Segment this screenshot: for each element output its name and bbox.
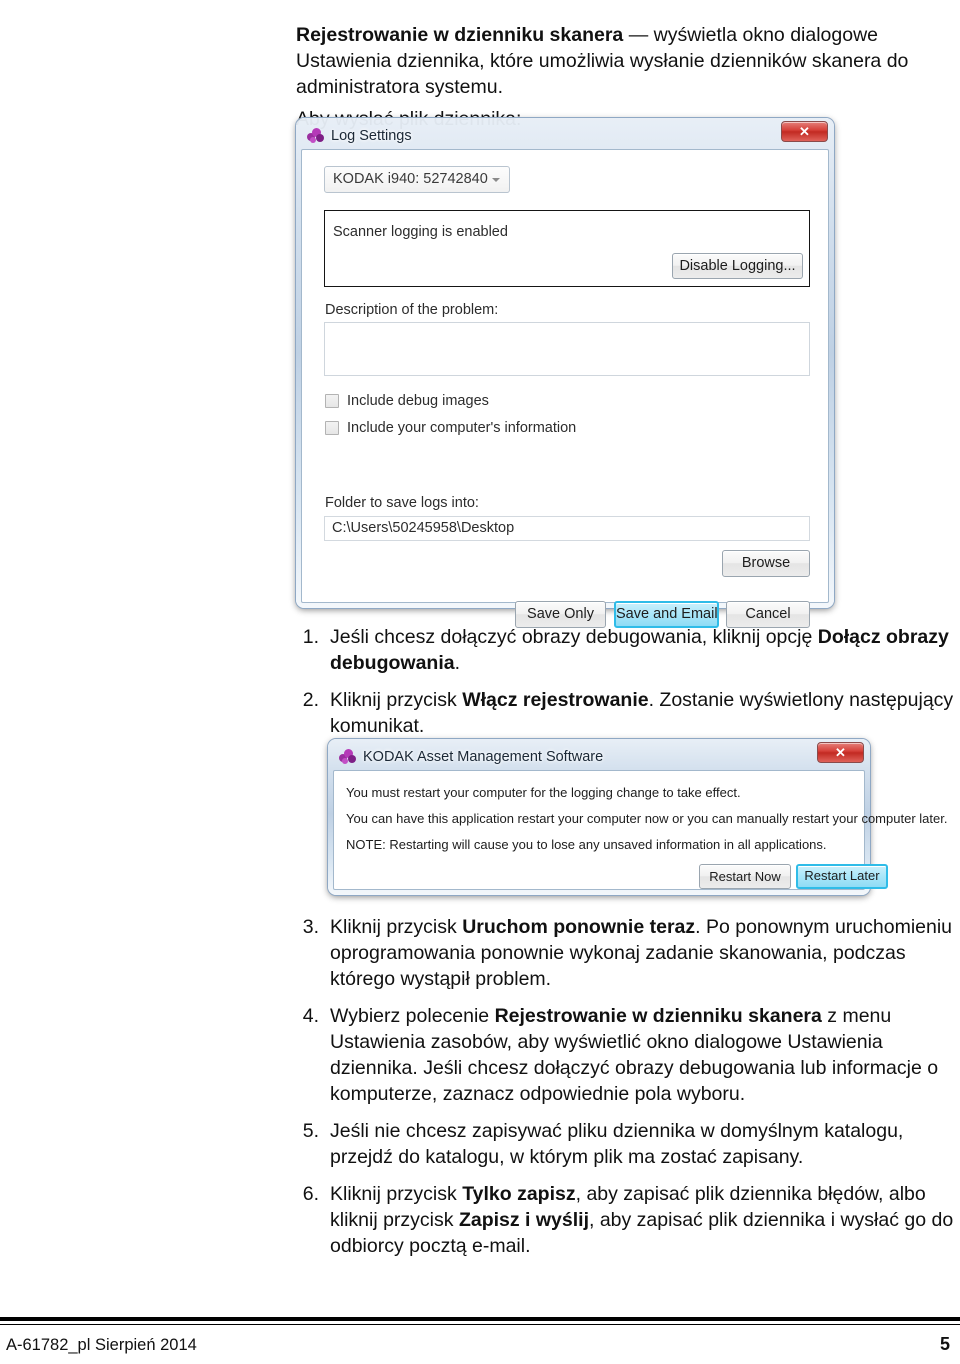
step-text-before: Jeśli nie chcesz zapisywać pliku dzienni… bbox=[330, 1120, 904, 1168]
list-item-body: Kliknij przycisk Włącz rejestrowanie. Zo… bbox=[330, 687, 960, 739]
step-text-before: Wybierz polecenie bbox=[330, 1005, 495, 1027]
list-item: 4. Wybierz polecenie Rejestrowanie w dzi… bbox=[296, 1003, 960, 1107]
intro-bold-lead: Rejestrowanie w dzienniku skanera bbox=[296, 23, 624, 46]
steps-list-part-1: 1. Jeśli chcesz dołączyć obrazy debugowa… bbox=[296, 624, 960, 750]
logging-status-group: Scanner logging is enabled Disable Loggi… bbox=[324, 210, 810, 287]
footer-page-number: 5 bbox=[939, 1334, 950, 1354]
step-text-bold: Uruchom ponownie teraz bbox=[462, 916, 696, 938]
footer-document-code: A-61782_pl Sierpień 2014 bbox=[6, 1336, 197, 1354]
browse-button[interactable]: Browse bbox=[722, 550, 810, 577]
asset-management-title: KODAK Asset Management Software bbox=[363, 749, 604, 765]
list-item: 6. Kliknij przycisk Tylko zapisz, aby za… bbox=[296, 1181, 960, 1259]
description-textarea[interactable] bbox=[324, 322, 810, 376]
footer-divider-thin bbox=[0, 1324, 960, 1325]
log-settings-titlebar: Log Settings ✕ bbox=[301, 121, 829, 149]
scanner-select-value: KODAK i940: 52742840 bbox=[333, 171, 488, 187]
list-item-body: Jeśli chcesz dołączyć obrazy debugowania… bbox=[330, 624, 960, 676]
disable-logging-button[interactable]: Disable Logging... bbox=[672, 253, 803, 279]
list-item-body: Kliknij przycisk Uruchom ponownie teraz.… bbox=[330, 914, 960, 992]
step-text-before: Kliknij przycisk bbox=[330, 689, 463, 711]
steps-list-part-2: 3. Kliknij przycisk Uruchom ponownie ter… bbox=[296, 914, 960, 1270]
restart-later-button[interactable]: Restart Later bbox=[796, 864, 888, 889]
list-item-body: Kliknij przycisk Tylko zapisz, aby zapis… bbox=[330, 1181, 960, 1259]
restart-message-note: NOTE: Restarting will cause you to lose … bbox=[346, 837, 827, 852]
list-item: 2. Kliknij przycisk Włącz rejestrowanie.… bbox=[296, 687, 960, 739]
logging-status-text: Scanner logging is enabled bbox=[333, 224, 508, 240]
log-settings-title: Log Settings bbox=[331, 128, 412, 144]
scanner-select[interactable]: KODAK i940: 52742840 bbox=[324, 166, 510, 193]
list-item: 3. Kliknij przycisk Uruchom ponownie ter… bbox=[296, 914, 960, 992]
list-item-number: 1. bbox=[302, 626, 319, 648]
close-icon[interactable]: ✕ bbox=[817, 742, 864, 763]
include-debug-images-label: Include debug images bbox=[347, 393, 489, 409]
list-item-body: Jeśli nie chcesz zapisywać pliku dzienni… bbox=[330, 1118, 960, 1170]
step-text-before: Kliknij przycisk bbox=[330, 916, 463, 938]
chevron-down-icon bbox=[492, 178, 500, 182]
step-text-after: . bbox=[454, 652, 461, 674]
list-item-body: Wybierz polecenie Rejestrowanie w dzienn… bbox=[330, 1003, 960, 1107]
step-text-before: Jeśli chcesz dołączyć obrazy debugowania… bbox=[330, 626, 818, 648]
footer-divider bbox=[0, 1317, 960, 1321]
description-label: Description of the problem: bbox=[325, 302, 499, 318]
step-text-bold: Włącz rejestrowanie bbox=[462, 689, 649, 711]
list-item-number: 4. bbox=[302, 1005, 319, 1027]
checkbox-icon bbox=[325, 394, 339, 408]
step-text-bold: Rejestrowanie w dzienniku skanera bbox=[494, 1005, 822, 1027]
list-item-number: 6. bbox=[302, 1183, 319, 1205]
list-item-number: 5. bbox=[302, 1120, 319, 1142]
restart-message-line-1: You must restart your computer for the l… bbox=[346, 785, 741, 800]
asset-management-dialog: KODAK Asset Management Software ✕ You mu… bbox=[328, 739, 947, 895]
include-debug-images-checkbox[interactable]: Include debug images bbox=[325, 393, 489, 409]
include-computer-info-checkbox[interactable]: Include your computer's information bbox=[325, 420, 576, 436]
asset-management-titlebar: KODAK Asset Management Software ✕ bbox=[333, 742, 865, 770]
log-settings-client-area: KODAK i940: 52742840 Scanner logging is … bbox=[301, 149, 829, 628]
kodak-logo-icon bbox=[307, 128, 324, 144]
asset-management-client-area: You must restart your computer for the l… bbox=[333, 770, 947, 890]
step-text-before: Kliknij przycisk bbox=[330, 1183, 463, 1205]
restart-now-button[interactable]: Restart Now bbox=[699, 864, 791, 889]
list-item: 5. Jeśli nie chcesz zapisywać pliku dzie… bbox=[296, 1118, 960, 1170]
log-settings-dialog: Log Settings ✕ KODAK i940: 52742840 Scan… bbox=[296, 118, 834, 628]
step-text-bold: Tylko zapisz bbox=[462, 1183, 576, 1205]
list-item-number: 3. bbox=[302, 916, 319, 938]
intro-paragraph: Rejestrowanie w dzienniku skanera — wyśw… bbox=[296, 22, 956, 100]
restart-message-line-2: You can have this application restart yo… bbox=[346, 811, 948, 826]
step-text-bold-2: Zapisz i wyślij bbox=[458, 1209, 589, 1231]
folder-label: Folder to save logs into: bbox=[325, 495, 479, 511]
close-icon[interactable]: ✕ bbox=[781, 121, 828, 142]
list-item: 1. Jeśli chcesz dołączyć obrazy debugowa… bbox=[296, 624, 960, 676]
list-item-number: 2. bbox=[302, 689, 319, 711]
include-computer-info-label: Include your computer's information bbox=[347, 420, 577, 436]
kodak-logo-icon bbox=[339, 749, 356, 765]
folder-path-input[interactable]: C:\Users\50245958\Desktop bbox=[324, 516, 810, 541]
checkbox-icon bbox=[325, 421, 339, 435]
